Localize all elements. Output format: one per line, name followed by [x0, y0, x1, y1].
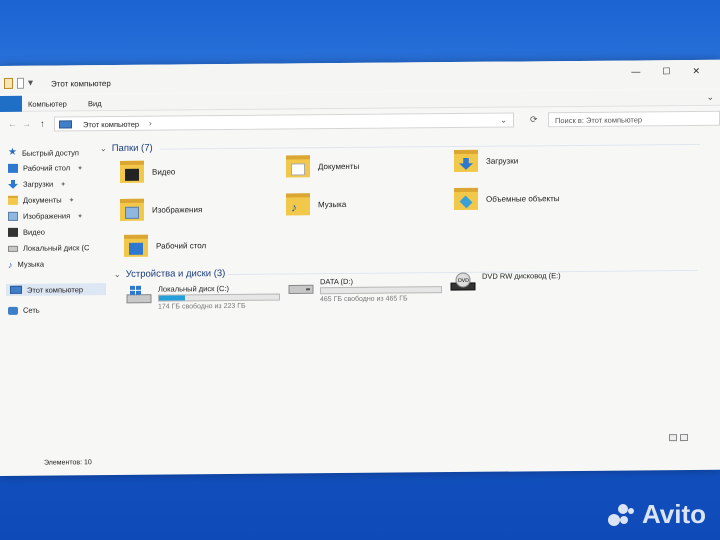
drive-tile-c[interactable]: Локальный диск (C:) 174 ГБ свободно из 2…	[126, 284, 286, 315]
new-folder-icon[interactable]	[17, 77, 24, 89]
chevron-down-icon[interactable]: ⌄	[100, 144, 107, 153]
sidebar-item-local-disk[interactable]: Локальный диск (C	[8, 243, 89, 253]
desktop-background	[0, 0, 720, 70]
desktop-icon	[8, 163, 18, 173]
customize-toolbar-icon[interactable]: ▾	[28, 78, 33, 89]
desktop-folder-icon	[124, 234, 148, 257]
avito-watermark: Avito	[606, 499, 706, 530]
video-folder-icon	[120, 160, 144, 183]
back-icon[interactable]: ←	[8, 119, 17, 129]
windows-drive-icon	[126, 285, 152, 304]
sidebar-item-downloads[interactable]: Загрузки ✦	[8, 179, 66, 189]
pin-icon: ✦	[77, 212, 84, 220]
up-icon[interactable]: ↑	[40, 119, 45, 129]
folder-tile-video[interactable]: Видео	[120, 160, 175, 183]
drives-group-header[interactable]: ⌄ Устройства и диски (3)	[114, 268, 225, 280]
video-icon	[8, 227, 18, 237]
navigation-pane: ★ Быстрый доступ Рабочий стол ✦ Загрузки…	[0, 147, 108, 448]
window-title: Этот компьютер	[51, 79, 111, 89]
tab-view[interactable]: Вид	[88, 99, 102, 108]
maximize-button[interactable]: ☐	[662, 66, 670, 77]
chevron-down-icon[interactable]: ⌄	[114, 270, 121, 279]
breadcrumb[interactable]: Этот компьютер	[83, 120, 139, 129]
pin-icon: ✦	[60, 180, 67, 188]
title-bar: ▾ Этот компьютер — ☐ ✕	[0, 59, 720, 94]
downloads-icon	[8, 180, 18, 189]
content-pane: ⌄ Папки (7) Видео Документы Загрузки Изо…	[96, 138, 720, 463]
documents-folder-icon	[286, 155, 310, 178]
group-divider	[160, 143, 700, 150]
close-button[interactable]: ✕	[692, 66, 700, 77]
sidebar-item-documents[interactable]: Документы ✦	[8, 195, 75, 205]
quick-access-toolbar: ▾	[4, 78, 33, 89]
search-input[interactable]: Поиск в: Этот компьютер	[548, 110, 720, 128]
sidebar-item-desktop[interactable]: Рабочий стол ✦	[8, 163, 83, 173]
drive-tile-e[interactable]: DVD DVD RW дисковод (E:)	[450, 271, 610, 302]
address-field[interactable]: Этот компьютер › ⌄	[54, 112, 514, 132]
details-view-icon[interactable]	[669, 434, 677, 442]
expand-ribbon-icon[interactable]: ⌄	[706, 92, 714, 103]
tab-file[interactable]	[0, 95, 22, 112]
music-folder-icon: ♪	[286, 193, 310, 216]
sidebar-item-pictures[interactable]: Изображения ✦	[8, 211, 83, 221]
pin-icon: ✦	[77, 164, 83, 172]
computer-icon	[10, 285, 22, 294]
drive-usage-fill	[159, 295, 186, 301]
minimize-button[interactable]: —	[631, 66, 640, 77]
sidebar-item-network[interactable]: Сеть	[8, 306, 40, 315]
documents-icon	[8, 195, 18, 205]
folders-group-header[interactable]: ⌄ Папки (7)	[100, 143, 153, 154]
sidebar-item-video[interactable]: Видео	[8, 228, 45, 237]
sidebar-item-this-pc[interactable]: Этот компьютер	[6, 283, 106, 296]
star-icon: ★	[8, 146, 17, 158]
properties-icon[interactable]	[4, 77, 13, 89]
explorer-window: ▾ Этот компьютер — ☐ ✕ Компьютер Вид ⌄ ←…	[0, 59, 720, 477]
status-bar-items-count: Элементов: 10	[44, 459, 92, 467]
chevron-right-icon[interactable]: ›	[149, 119, 152, 128]
computer-icon	[59, 120, 72, 129]
network-icon	[8, 306, 18, 315]
drive-usage-bar	[158, 293, 280, 302]
pin-icon: ✦	[68, 196, 75, 204]
3d-objects-folder-icon	[454, 187, 478, 211]
avito-logo-icon	[606, 500, 636, 530]
address-bar-row: ← → ↑ Этот компьютер › ⌄ ⟳ Поиск в: Этот…	[0, 107, 720, 136]
folder-tile-documents[interactable]: Документы	[286, 155, 359, 178]
folder-tile-desktop[interactable]: Рабочий стол	[124, 234, 206, 257]
dvd-drive-icon: DVD	[450, 272, 476, 291]
hard-drive-icon	[288, 284, 314, 294]
folder-tile-pictures[interactable]: Изображения	[120, 198, 202, 221]
large-icons-view-icon[interactable]	[680, 433, 688, 442]
refresh-icon[interactable]: ⟳	[530, 114, 538, 125]
folder-tile-3d-objects[interactable]: Объемные объекты	[454, 187, 560, 211]
pictures-folder-icon	[120, 198, 144, 221]
downloads-folder-icon	[454, 149, 478, 173]
music-icon: ♪	[8, 259, 13, 270]
forward-icon[interactable]: →	[22, 119, 31, 129]
folder-tile-downloads[interactable]: Загрузки	[454, 149, 518, 173]
sidebar-item-music[interactable]: ♪ Музыка	[8, 259, 44, 270]
drive-tile-d[interactable]: DATA (D:) 465 ГБ свободно из 465 ГБ	[288, 276, 448, 307]
drive-icon	[8, 245, 18, 252]
sidebar-item-quick-access[interactable]: ★ Быстрый доступ	[8, 147, 79, 158]
pictures-icon	[8, 211, 18, 221]
folder-tile-music[interactable]: ♪ Музыка	[286, 193, 346, 216]
svg-text:DVD: DVD	[458, 278, 469, 284]
drive-usage-bar	[320, 286, 442, 295]
tab-computer[interactable]: Компьютер	[28, 99, 67, 108]
chevron-down-icon[interactable]: ⌄	[500, 116, 507, 125]
